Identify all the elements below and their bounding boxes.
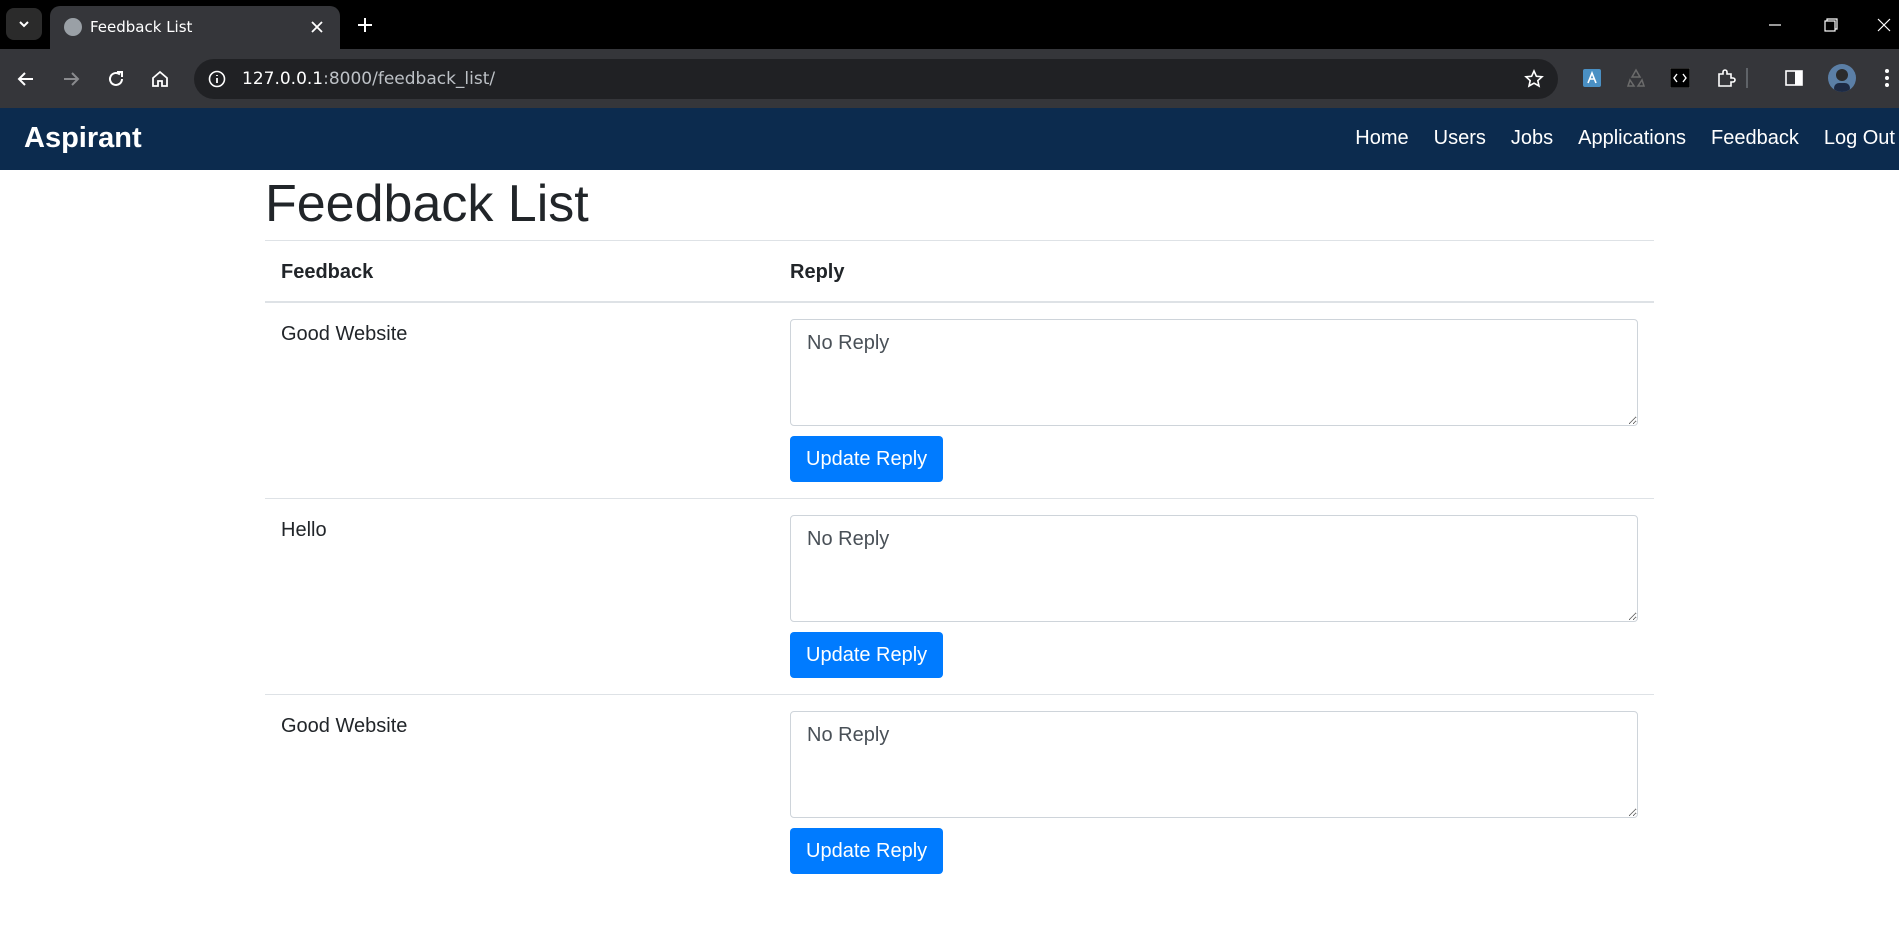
- puzzle-icon: [1718, 69, 1736, 87]
- extension-code-button[interactable]: [1668, 66, 1692, 90]
- profile-avatar[interactable]: [1828, 64, 1856, 92]
- arrow-left-icon: [17, 72, 33, 86]
- feedback-text: Good Website: [265, 301, 774, 499]
- minimize-icon: [1769, 24, 1781, 26]
- nav-link-home[interactable]: Home: [1355, 127, 1408, 150]
- update-reply-button[interactable]: Update Reply: [790, 436, 944, 482]
- restore-icon: [1824, 18, 1838, 32]
- home-icon: [152, 70, 168, 87]
- info-icon[interactable]: [206, 68, 228, 90]
- column-header-feedback: Feedback: [265, 240, 774, 303]
- url-path: :8000/feedback_list/: [323, 69, 496, 89]
- url-host: 127.0.0.1: [242, 69, 324, 89]
- reply-textarea[interactable]: No Reply: [790, 515, 1638, 622]
- close-icon: [1877, 18, 1891, 32]
- nav-link-users[interactable]: Users: [1434, 127, 1486, 150]
- star-icon: [1524, 69, 1544, 88]
- bookmark-star-button[interactable]: [1522, 67, 1546, 91]
- forward-button[interactable]: [55, 63, 87, 95]
- recycle-icon: [1626, 68, 1646, 87]
- nav-link-applications[interactable]: Applications: [1578, 127, 1686, 150]
- reply-cell: No Reply Update Reply: [774, 694, 1654, 890]
- brand-logo[interactable]: Aspirant: [24, 122, 142, 155]
- arrow-right-icon: [64, 72, 80, 86]
- restore-button[interactable]: [1816, 10, 1846, 40]
- reply-cell: No Reply Update Reply: [774, 498, 1654, 695]
- more-vertical-icon: [1885, 69, 1889, 87]
- browser-tab-bar: Feedback List: [0, 0, 1899, 49]
- tab-close-button[interactable]: [306, 16, 328, 38]
- browser-tab[interactable]: Feedback List: [50, 6, 340, 49]
- reply-textarea[interactable]: No Reply: [790, 319, 1638, 426]
- toolbar-divider: [1746, 68, 1748, 88]
- extension-translate-button[interactable]: [1580, 66, 1604, 90]
- main-content: Feedback List Feedback Reply Good Websit…: [265, 170, 1654, 890]
- globe-icon: [64, 18, 82, 36]
- side-panel-button[interactable]: [1782, 66, 1806, 90]
- back-button[interactable]: [10, 63, 42, 95]
- window-close-button[interactable]: [1869, 10, 1899, 40]
- feedback-text: Hello: [265, 498, 774, 695]
- reply-textarea[interactable]: No Reply: [790, 711, 1638, 818]
- nav-link-feedback[interactable]: Feedback: [1711, 127, 1799, 150]
- tab-title: Feedback List: [90, 18, 193, 36]
- feedback-table: Feedback Reply Good Website No Reply Upd…: [265, 240, 1654, 890]
- column-header-reply: Reply: [774, 240, 1654, 303]
- code-icon: [1670, 68, 1690, 88]
- feedback-text: Good Website: [265, 694, 774, 890]
- minimize-button[interactable]: [1760, 10, 1790, 40]
- extensions-button[interactable]: [1714, 66, 1738, 90]
- nav-link-jobs[interactable]: Jobs: [1511, 127, 1553, 150]
- app-navbar: Aspirant Home Users Jobs Applications Fe…: [0, 108, 1899, 170]
- table-row: Good Website No Reply Update Reply: [265, 301, 1654, 499]
- table-row: Good Website No Reply Update Reply: [265, 694, 1654, 890]
- reply-cell: No Reply Update Reply: [774, 301, 1654, 499]
- nav-links: Home Users Jobs Applications Feedback Lo…: [1330, 127, 1895, 150]
- update-reply-button[interactable]: Update Reply: [790, 828, 944, 874]
- translate-icon: [1583, 69, 1601, 87]
- extension-recycle-button[interactable]: [1624, 66, 1648, 90]
- tab-search-button[interactable]: [6, 8, 42, 40]
- reload-button[interactable]: [100, 63, 132, 95]
- table-header-row: Feedback Reply: [265, 240, 1654, 303]
- browser-toolbar: 127.0.0.1:8000/feedback_list/: [0, 49, 1899, 108]
- browser-menu-button[interactable]: [1882, 66, 1892, 90]
- reload-icon: [109, 71, 123, 86]
- plus-icon: [358, 18, 372, 32]
- avatar-icon: [1834, 69, 1850, 92]
- nav-link-logout[interactable]: Log Out: [1824, 127, 1895, 150]
- side-panel-icon: [1785, 70, 1803, 86]
- home-button[interactable]: [144, 63, 176, 95]
- page-title: Feedback List: [265, 175, 589, 233]
- new-tab-button[interactable]: [350, 10, 380, 40]
- url-text: 127.0.0.1:8000/feedback_list/: [242, 69, 495, 89]
- close-icon: [311, 21, 323, 33]
- chevron-down-icon: [19, 21, 29, 28]
- table-row: Hello No Reply Update Reply: [265, 498, 1654, 695]
- address-bar[interactable]: 127.0.0.1:8000/feedback_list/: [194, 59, 1558, 99]
- update-reply-button[interactable]: Update Reply: [790, 632, 944, 678]
